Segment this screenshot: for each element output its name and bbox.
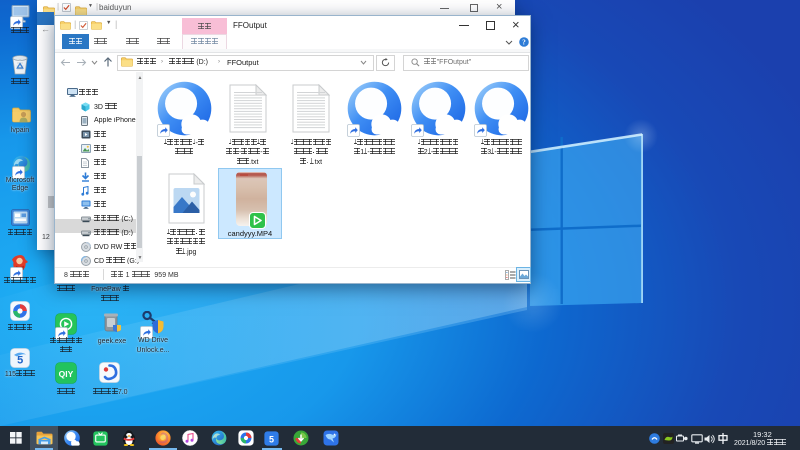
svg-text:5: 5 — [17, 355, 23, 367]
svg-text:?: ? — [522, 39, 526, 47]
svg-text:5: 5 — [268, 434, 273, 444]
svg-text:QIY: QIY — [59, 369, 74, 379]
